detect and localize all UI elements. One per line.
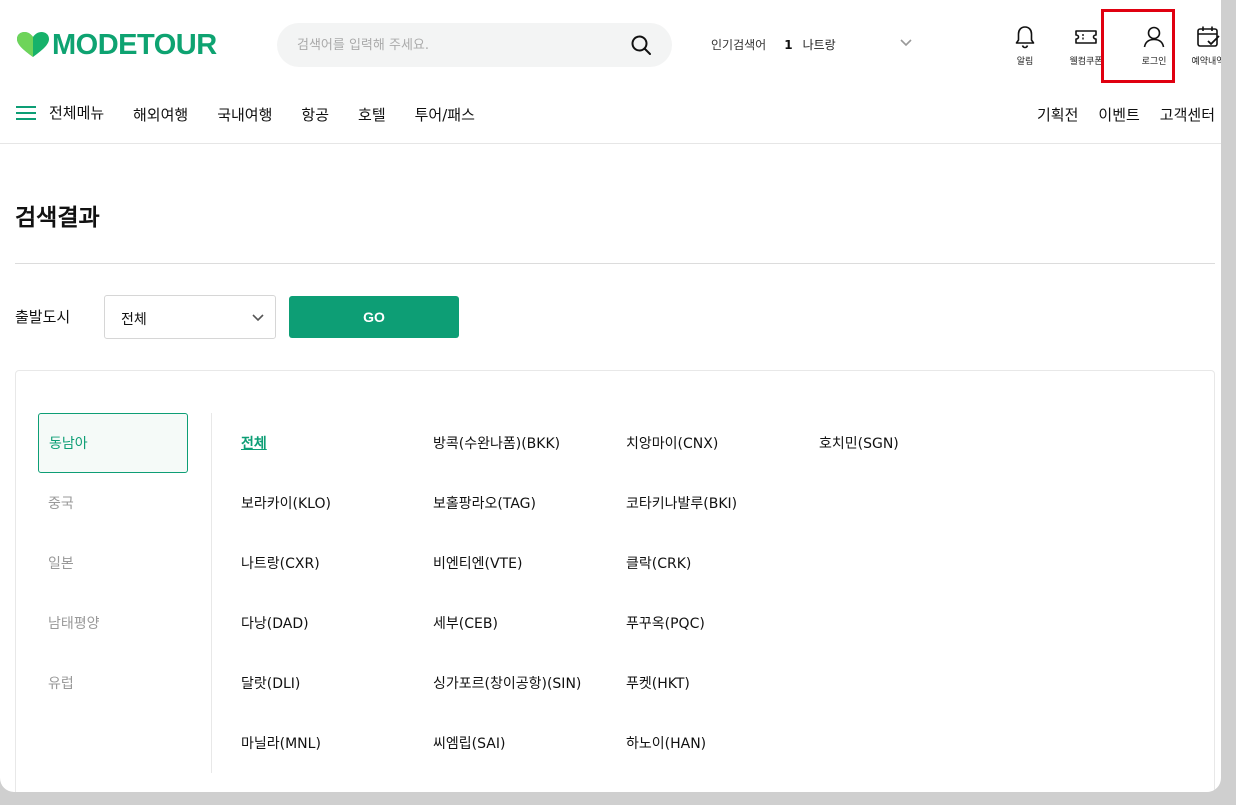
city-link [819, 593, 1012, 653]
city-link [819, 653, 1012, 713]
city-link[interactable]: 호치민(SGN) [819, 413, 1012, 473]
reservations-button[interactable]: 예약내역 [1184, 22, 1221, 74]
nav-item-overseas[interactable]: 해외여행 [133, 104, 188, 125]
nav-item-tours[interactable]: 투어/패스 [415, 104, 475, 125]
city-link[interactable]: 싱가포르(창이공항)(SIN) [433, 653, 626, 713]
city-link[interactable]: 다낭(DAD) [241, 593, 433, 653]
all-menu-button[interactable]: 전체메뉴 [16, 102, 104, 123]
city-link[interactable]: 하노이(HAN) [626, 713, 819, 773]
nav-item-support[interactable]: 고객센터 [1160, 104, 1215, 125]
popular-keyword[interactable]: 나트랑 [803, 36, 836, 53]
city-link[interactable]: 푸켓(HKT) [626, 653, 819, 713]
nav-item-domestic[interactable]: 국내여행 [217, 104, 272, 125]
login-highlight-box [1101, 9, 1175, 83]
nav-items: 해외여행 국내여행 항공 호텔 투어/패스 [133, 104, 504, 125]
search-input[interactable] [297, 23, 617, 67]
notification-button[interactable]: 알림 [1004, 22, 1046, 74]
panel-divider [211, 413, 212, 773]
main-nav: 전체메뉴 해외여행 국내여행 항공 호텔 투어/패스 기획전 이벤트 고객센터 [0, 94, 1221, 134]
city-link[interactable]: 달랏(DLI) [241, 653, 433, 713]
popular-keywords[interactable]: 인기검색어 1 나트랑 [711, 36, 912, 53]
chevron-down-icon[interactable] [899, 36, 913, 50]
site-header: MODETOUR 인기검색어 1 나트랑 알림 [0, 9, 1221, 144]
browser-window: MODETOUR 인기검색어 1 나트랑 알림 [0, 0, 1221, 792]
city-link[interactable]: 세부(CEB) [433, 593, 626, 653]
city-link[interactable]: 씨엠립(SAI) [433, 713, 626, 773]
region-tab-south-pacific[interactable]: 남태평양 [38, 593, 188, 653]
destination-panel: 동남아 중국 일본 남태평양 유럽 전체 방콕(수완나폼)(BKK) 치앙마이(CN… [15, 370, 1215, 792]
city-link[interactable]: 마닐라(MNL) [241, 713, 433, 773]
city-link[interactable]: 방콕(수완나폼)(BKK) [433, 413, 626, 473]
search-bar [277, 23, 672, 67]
bell-icon [1015, 26, 1035, 49]
city-link[interactable]: 보홀팡라오(TAG) [433, 473, 626, 533]
city-link[interactable]: 푸꾸옥(PQC) [626, 593, 819, 653]
city-link [819, 533, 1012, 593]
tool-label: 웰컴쿠폰 [1069, 57, 1103, 67]
coupon-icon [1075, 30, 1097, 44]
popular-rank: 1 [784, 37, 793, 52]
region-tab-europe[interactable]: 유럽 [38, 653, 188, 713]
region-tab-china[interactable]: 중국 [38, 473, 188, 533]
city-link[interactable]: 코타키나발루(BKI) [626, 473, 819, 533]
departure-city-label: 출발도시 [15, 308, 71, 326]
city-link[interactable]: 치앙마이(CNX) [626, 413, 819, 473]
region-tab-japan[interactable]: 일본 [38, 533, 188, 593]
page-title: 검색결과 [15, 205, 100, 231]
calendar-check-icon [1197, 26, 1220, 47]
brand-name: MODETOUR [52, 28, 217, 61]
brand-logo[interactable]: MODETOUR [16, 28, 217, 62]
city-link[interactable]: 비엔티엔(VTE) [433, 533, 626, 593]
title-divider [15, 263, 1215, 264]
departure-city-select[interactable]: 전체 [104, 295, 276, 339]
city-link [819, 473, 1012, 533]
region-list: 동남아 중국 일본 남태평양 유럽 [38, 413, 188, 713]
nav-item-hotels[interactable]: 호텔 [358, 104, 386, 125]
city-grid: 전체 방콕(수완나폼)(BKK) 치앙마이(CNX) 호치민(SGN) 보라카이(KLO… [241, 413, 1012, 773]
nav-item-flights[interactable]: 항공 [301, 104, 329, 125]
nav-item-promotions[interactable]: 기획전 [1037, 104, 1078, 125]
nav-item-events[interactable]: 이벤트 [1098, 104, 1139, 125]
chevron-down-icon [252, 314, 264, 322]
popular-label: 인기검색어 [711, 38, 767, 52]
heart-logo-icon [17, 32, 49, 57]
hamburger-icon [16, 105, 36, 120]
city-link[interactable]: 클락(CRK) [626, 533, 819, 593]
city-link [819, 713, 1012, 773]
nav-right-items: 기획전 이벤트 고객센터 [1017, 104, 1215, 125]
tool-label: 예약내역 [1191, 57, 1221, 67]
departure-city-value: 전체 [121, 312, 147, 328]
city-link[interactable]: 보라카이(KLO) [241, 473, 433, 533]
go-button[interactable]: GO [289, 296, 459, 338]
city-link[interactable]: 나트랑(CXR) [241, 533, 433, 593]
all-menu-label: 전체메뉴 [49, 104, 105, 122]
tool-label: 알림 [1016, 57, 1034, 67]
region-tab-southeast-asia[interactable]: 동남아 [38, 413, 188, 473]
search-icon[interactable] [630, 34, 652, 56]
city-link-all[interactable]: 전체 [241, 413, 433, 473]
